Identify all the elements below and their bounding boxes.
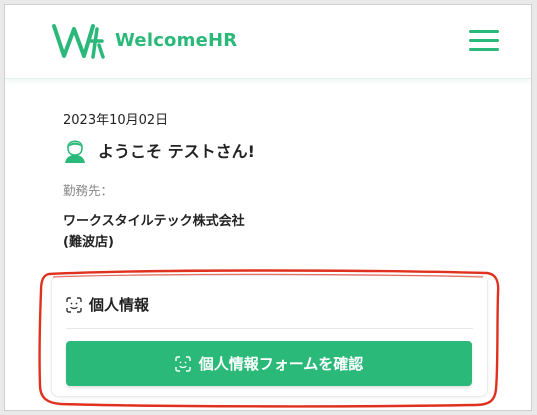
- card-divider: [66, 328, 473, 329]
- card-title: 個人情報: [89, 296, 150, 314]
- app-header: WelcomeHR: [5, 5, 531, 79]
- hamburger-menu-icon[interactable]: [469, 29, 499, 53]
- app-frame: WelcomeHR 2023年10月02日 ようこそ テストさん! 勤務先： ワ…: [4, 4, 532, 411]
- button-label: 個人情報フォームを確認: [198, 355, 364, 373]
- workplace-name: ワークスタイルテック株式会社 (難波店): [63, 211, 483, 253]
- user-avatar-icon: [65, 140, 85, 163]
- current-date: 2023年10月02日: [63, 113, 169, 128]
- personal-info-card: 個人情報 個人情報フォームを確認: [51, 275, 488, 397]
- company-name: ワークスタイルテック株式会社: [63, 214, 245, 229]
- welcome-message: ようこそ テストさん!: [98, 142, 255, 161]
- welcome-row: ようこそ テストさん!: [63, 136, 483, 164]
- face-scan-icon: [175, 355, 191, 372]
- menu-bar: [469, 39, 499, 42]
- card-header: 個人情報: [66, 294, 149, 315]
- workplace-label: 勤務先：: [63, 183, 114, 198]
- menu-bar: [469, 48, 499, 51]
- view-personal-info-form-button[interactable]: 個人情報フォームを確認: [66, 341, 472, 386]
- face-scan-icon: [66, 296, 82, 313]
- welcomehr-logo-icon[interactable]: [51, 21, 105, 61]
- branch-name: (難波店): [63, 235, 114, 250]
- welcome-section: 2023年10月02日 ようこそ テストさん! 勤務先： ワークスタイルテック株…: [63, 109, 483, 253]
- brand-name[interactable]: WelcomeHR: [115, 30, 237, 51]
- menu-bar: [469, 30, 499, 33]
